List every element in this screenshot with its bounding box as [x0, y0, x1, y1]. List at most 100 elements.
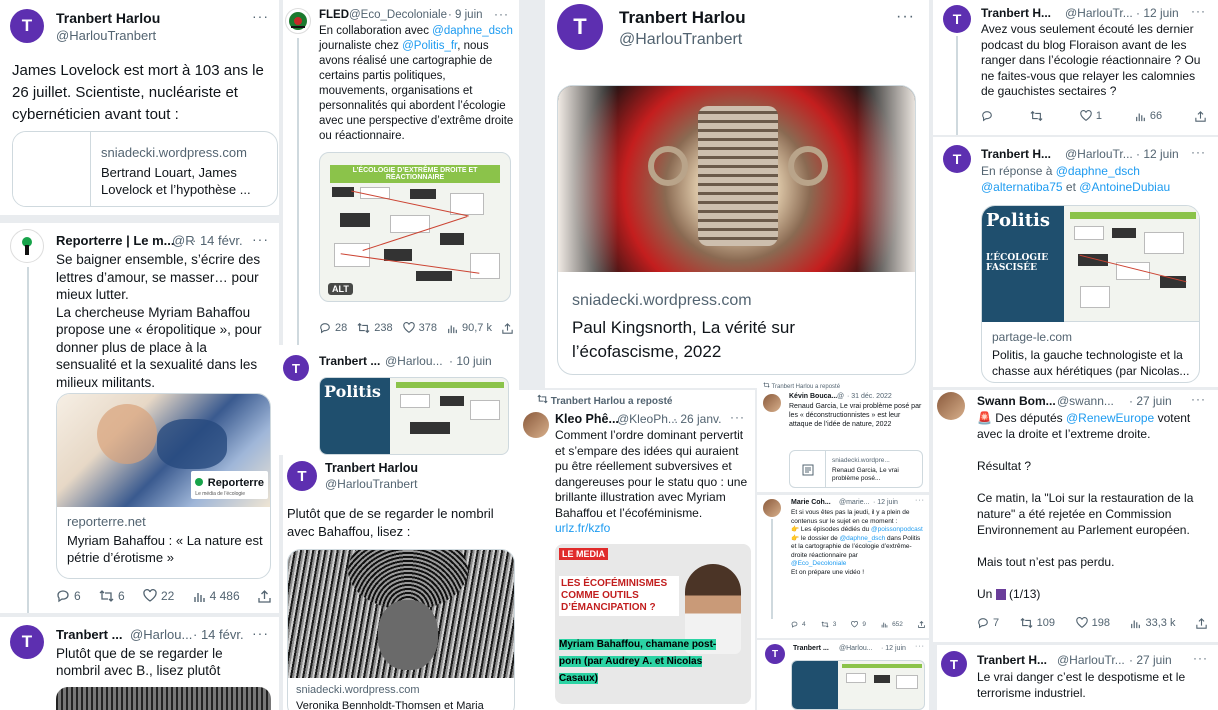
fled-avatar[interactable] — [285, 8, 311, 34]
reply-button[interactable]: 4 — [791, 621, 806, 628]
author-name[interactable]: Tranbert H... — [977, 653, 1047, 667]
tweet-card-despotisme[interactable]: T Tranbert H... @HarlouTr... · 27 juin ·… — [937, 645, 1218, 710]
reply-button[interactable]: 6 — [56, 589, 81, 603]
more-options-icon[interactable]: ··· — [252, 231, 269, 247]
link-card[interactable]: sniadecki.wordpress.com Veronika Bennhol… — [287, 549, 515, 710]
author-handle[interactable]: @HarlouTr... — [1065, 6, 1133, 20]
author-handle[interactable]: @Harlou... — [839, 645, 873, 652]
retweet-button[interactable]: 3 — [821, 621, 836, 628]
author-name[interactable]: Tranbert ... — [56, 627, 122, 642]
mention-daphne[interactable]: @daphne_dsch — [432, 25, 513, 37]
avatar[interactable]: T — [10, 9, 44, 43]
mention-politis[interactable]: @Politis_fr — [402, 40, 457, 52]
author-handle[interactable]: @HarlouTranbert — [56, 28, 156, 43]
tweet-date[interactable]: · 14 févr. — [192, 233, 243, 248]
author-name[interactable]: Kévin Bouca... — [789, 393, 837, 400]
avatar[interactable]: T — [943, 5, 971, 33]
mention-link[interactable]: @AntoineDubiau — [1079, 180, 1170, 194]
author-name[interactable]: Tranbert H... — [981, 6, 1051, 20]
tweet-card-bahaffou-reply[interactable]: T Tranbert Harlou @HarlouTranbert Plutôt… — [283, 455, 519, 710]
tweet-card-reply-b[interactable]: T Tranbert ... @Harlou... · 14 févr. ···… — [0, 617, 279, 710]
author-name[interactable]: Tranbert Harlou — [56, 10, 160, 26]
author-handle[interactable]: @Harlou... — [130, 627, 192, 642]
repost-indicator[interactable]: Tranbert Harlou a reposté — [763, 382, 840, 390]
avatar[interactable] — [763, 499, 781, 517]
like-button[interactable]: 9 — [851, 621, 866, 628]
retweet-button[interactable]: 109 — [1020, 617, 1055, 629]
author-handle[interactable]: @HarlouTr... — [1057, 653, 1125, 667]
author-name[interactable]: FLED — [319, 9, 349, 21]
reply-button[interactable]: 28 — [319, 322, 347, 334]
more-options-icon[interactable]: ··· — [915, 643, 925, 650]
more-options-icon[interactable]: ··· — [1193, 651, 1208, 665]
link-card[interactable]: sniadecki.wordpress.com Paul Kingsnorth,… — [557, 85, 916, 375]
like-button[interactable]: 378 — [402, 322, 437, 334]
author-name[interactable]: Tranbert ... — [793, 645, 829, 652]
mention-link[interactable]: @poissonpodcast — [871, 526, 923, 533]
repost-indicator[interactable]: Tranbert Harlou a reposté — [537, 394, 672, 407]
share-button[interactable] — [502, 322, 513, 334]
more-options-icon[interactable]: ··· — [494, 7, 509, 21]
tweet-date[interactable]: · 31 déc. 2022 — [847, 393, 892, 400]
author-handle[interactable]: @ — [837, 393, 844, 400]
tweet-card-politis-mini[interactable]: T Tranbert ... @Harlou... · 12 juin ··· — [757, 640, 929, 710]
alt-badge[interactable]: ALT — [328, 283, 353, 295]
author-name[interactable]: Tranbert Harlou — [325, 461, 418, 475]
avatar[interactable]: T — [283, 355, 309, 381]
views-button[interactable]: 33,3 k — [1130, 617, 1175, 629]
tweet-card-floraison[interactable]: T Tranbert H... @HarlouTr... · 12 juin ·… — [933, 0, 1218, 135]
retweet-button[interactable]: 238 — [357, 322, 393, 334]
more-options-icon[interactable]: ··· — [730, 410, 745, 424]
more-options-icon[interactable]: ··· — [1191, 145, 1206, 159]
share-button[interactable] — [1195, 110, 1206, 122]
more-options-icon[interactable]: ··· — [252, 8, 269, 24]
infographic-image[interactable]: L’ÉCOLOGIE D’EXTRÊME DROITE ET RÉACTIONN… — [319, 152, 511, 302]
tweet-card-kleo[interactable]: Tranbert Harlou a reposté Kleo Phê... @K… — [519, 390, 755, 710]
author-name[interactable]: Tranbert Harlou — [619, 8, 746, 28]
more-options-icon[interactable]: ··· — [1191, 392, 1206, 406]
share-button[interactable] — [1196, 617, 1207, 629]
more-options-icon[interactable]: ··· — [1191, 4, 1206, 18]
tweet-date[interactable]: · 27 juin — [1129, 653, 1172, 667]
avatar[interactable]: T — [765, 644, 785, 664]
mention-link[interactable]: @alternatiba75 — [981, 180, 1063, 194]
like-button[interactable]: 1 — [1080, 110, 1102, 122]
author-name[interactable]: Tranbert H... — [981, 147, 1051, 161]
tweet-date[interactable]: · 12 juin — [1136, 147, 1179, 161]
video-thumbnail[interactable]: LE MEDIA LES ÉCOFÉMINISMES COMME OUTILS … — [555, 544, 751, 704]
tweet-date[interactable]: · 12 juin — [881, 645, 906, 652]
tweet-link[interactable]: urlz.fr/kzfo — [555, 521, 610, 535]
author-name[interactable]: Tranbert ... — [319, 354, 380, 368]
mention-link[interactable]: @daphne_dsch — [1056, 164, 1140, 178]
avatar[interactable] — [523, 412, 549, 438]
views-button[interactable]: 652 — [881, 621, 903, 628]
mention-link[interactable]: @daphne_dsch — [840, 535, 886, 542]
author-handle[interactable]: @HarlouTranbert — [325, 477, 417, 491]
tweet-card-swann[interactable]: Swann Bom... @swann... · 27 juin ··· 🚨 D… — [933, 390, 1218, 642]
author-name[interactable]: Marie Coh... — [791, 499, 831, 506]
like-button[interactable]: 22 — [143, 589, 174, 603]
tweet-card-lovelock[interactable]: T Tranbert Harlou @HarlouTranbert ··· Ja… — [0, 0, 279, 215]
retweet-button[interactable] — [1030, 110, 1047, 122]
tweet-date[interactable]: · 9 juin — [448, 9, 483, 21]
author-name[interactable]: Swann Bom... — [977, 394, 1056, 408]
politis-cover-image[interactable]: Politis — [319, 377, 509, 455]
like-button[interactable]: 198 — [1075, 617, 1110, 629]
politis-cover-image[interactable] — [791, 660, 925, 710]
mention-link[interactable]: @RenewEurope — [1066, 411, 1154, 425]
tweet-card-fled[interactable]: FLED @Eco_Decoloniale · 9 juin ··· En co… — [283, 0, 519, 345]
author-name[interactable]: Kleo Phê... — [555, 412, 619, 426]
author-handle[interactable]: @Eco_Decoloniale — [349, 9, 447, 21]
tweet-card-reporterre[interactable]: Reporterre | Le m... @R · 14 févr. ··· S… — [0, 223, 279, 613]
tweet-card-kingsnorth[interactable]: T Tranbert Harlou @HarlouTranbert ··· sn… — [545, 0, 929, 388]
tweet-date[interactable]: · 26 janv. — [673, 412, 721, 426]
reply-button[interactable]: 7 — [977, 617, 999, 629]
tweet-card-politis-small[interactable]: T Tranbert ... @Harlou... · 10 juin Poli… — [279, 345, 519, 455]
mention-link[interactable]: @Eco_Decoloniale — [791, 560, 925, 569]
author-handle[interactable]: @swann... — [1057, 394, 1114, 408]
author-name[interactable]: Reporterre | Le m... — [56, 233, 175, 248]
reply-button[interactable] — [981, 110, 997, 122]
reporterre-avatar[interactable] — [10, 229, 44, 263]
avatar[interactable]: T — [10, 625, 44, 659]
avatar[interactable]: T — [557, 4, 603, 50]
